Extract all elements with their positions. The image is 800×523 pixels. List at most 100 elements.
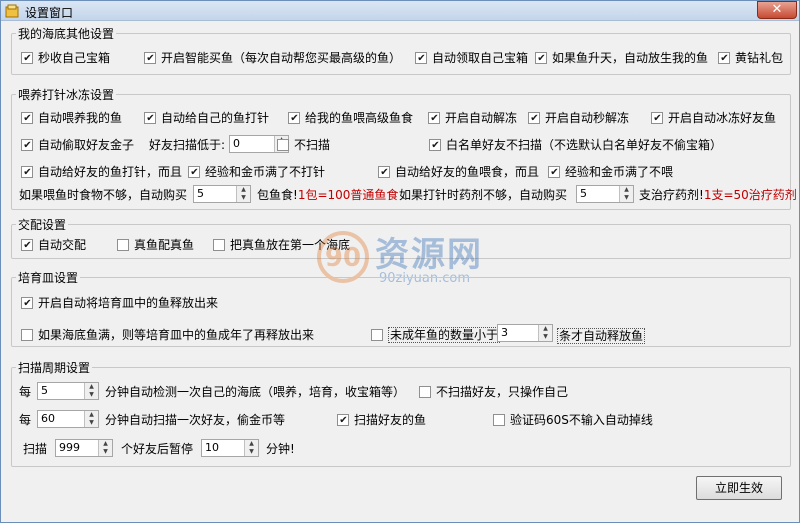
checkbox-icon[interactable] [548,166,560,178]
app-icon [5,4,19,18]
checkbox-icon[interactable] [277,139,289,151]
checkbox-yellow-diamond-gift[interactable]: 黄钻礼包 [718,51,783,65]
buy-food-value[interactable]: 5 [194,186,236,202]
checkbox-icon[interactable] [21,166,33,178]
checkbox-icon[interactable] [21,329,33,341]
spin-down-icon[interactable]: ▼ [237,194,250,202]
checkbox-whitelist-skip[interactable]: 白名单好友不扫描（不选默认白名单好友不偷宝箱） [429,138,722,152]
spin-up-icon[interactable]: ▲ [245,440,258,448]
spin-down-icon[interactable]: ▼ [99,448,112,456]
spin-up-icon[interactable]: ▲ [85,411,98,419]
checkbox-feed-exp-full[interactable]: 经验和金币满了不喂 [548,165,673,179]
friend-count-stepper[interactable]: 999 ▲ ▼ [55,439,113,457]
checkbox-icon[interactable] [21,52,33,64]
close-button[interactable]: ✕ [757,1,797,19]
checkbox-smart-buy-fish[interactable]: 开启智能买鱼（每次自动帮您买最高级的鱼） [144,51,401,65]
checkbox-icon[interactable] [429,139,441,151]
checkbox-instant-collect-chest[interactable]: 秒收自己宝箱 [21,51,110,65]
friend-scan-interval-value[interactable]: 60 [38,411,84,427]
window-title: 设置窗口 [25,6,74,20]
checkbox-no-scan[interactable]: 不扫描 [277,138,330,152]
spin-up-icon[interactable]: ▲ [539,325,552,333]
buy-med-unit: 支治疗药剂!1支=50治疗药剂 [639,188,797,202]
friend-scan-interval-stepper[interactable]: 60 ▲ ▼ [37,410,99,428]
friend-count-value[interactable]: 999 [56,440,98,456]
scan-row3-text: 个好友后暂停 [121,442,194,456]
checkbox-icon[interactable] [188,166,200,178]
checkbox-auto-claim-chest[interactable]: 自动领取自己宝箱 [415,51,528,65]
checkbox-icon[interactable] [651,112,663,124]
checkbox-icon[interactable] [144,52,156,64]
buy-food-note: 1包=100普通鱼食 [297,188,399,202]
checkbox-real-first-seafloor[interactable]: 把真鱼放在第一个海底 [213,238,350,252]
self-check-interval-stepper[interactable]: 5 ▲ ▼ [37,382,99,400]
checkbox-inject-friend[interactable]: 自动给好友的鱼打针，而且 [21,165,182,179]
checkbox-icon[interactable] [21,139,33,151]
spin-up-icon[interactable]: ▲ [85,383,98,391]
checkbox-icon[interactable] [117,239,129,251]
buy-food-unit: 包鱼食!1包=100普通鱼食 [257,188,399,202]
spin-up-icon[interactable]: ▲ [99,440,112,448]
checkbox-auto-release-ascended[interactable]: 如果鱼升天，自动放生我的鱼 [535,51,708,65]
scan-row3-text2: 分钟! [266,442,295,456]
group-title: 我的海底其他设置 [16,25,117,42]
checkbox-wait-adult-when-full[interactable]: 如果海底鱼满，则等培育皿中的鱼成年了再释放出来 [21,328,314,342]
checkbox-icon[interactable] [493,414,505,426]
scan-row1-prefix: 每 [19,385,32,399]
checkbox-icon[interactable] [428,112,440,124]
checkbox-icon[interactable] [378,166,390,178]
checkbox-auto-inject-my-fish[interactable]: 自动给自己的鱼打针 [144,111,269,125]
buy-med-value[interactable]: 5 [577,186,619,202]
checkbox-immature-count[interactable]: 未成年鱼的数量小于 [371,327,501,343]
apply-button[interactable]: 立即生效 [696,476,782,500]
immature-count-stepper[interactable]: 3 ▲ ▼ [497,324,553,342]
checkbox-no-scan-friends[interactable]: 不扫描好友，只操作自己 [419,385,568,399]
checkbox-captcha-timeout[interactable]: 验证码60S不输入自动掉线 [493,413,653,427]
checkbox-icon[interactable] [213,239,225,251]
spin-down-icon[interactable]: ▼ [85,391,98,399]
scan-row3-prefix: 扫描 [23,442,48,456]
pause-minutes-stepper[interactable]: 10 ▲ ▼ [201,439,259,457]
spin-down-icon[interactable]: ▼ [245,448,258,456]
checkbox-auto-feed-my-fish[interactable]: 自动喂养我的鱼 [21,111,122,125]
spin-up-icon[interactable]: ▲ [620,186,633,194]
scan-row2-text: 分钟自动扫描一次好友，偷金币等 [105,413,286,427]
checkbox-icon[interactable] [371,329,383,341]
checkbox-steal-friend-gold[interactable]: 自动偷取好友金子 [21,138,134,152]
checkbox-icon[interactable] [144,112,156,124]
buy-med-stepper[interactable]: 5 ▲ ▼ [576,185,634,203]
checkbox-icon[interactable] [21,297,33,309]
checkbox-icon[interactable] [337,414,349,426]
self-check-interval-value[interactable]: 5 [38,383,84,399]
spin-down-icon[interactable]: ▼ [620,194,633,202]
buy-med-label: 如果打针时药剂不够，自动购买 [399,188,568,202]
spin-down-icon[interactable]: ▼ [85,419,98,427]
checkbox-icon[interactable] [21,239,33,251]
buy-med-note: 1支=50治疗药剂 [703,188,797,202]
checkbox-icon[interactable] [21,112,33,124]
spin-up-icon[interactable]: ▲ [237,186,250,194]
scan-row2-prefix: 每 [19,413,32,427]
buy-food-stepper[interactable]: 5 ▲ ▼ [193,185,251,203]
checkbox-icon[interactable] [288,112,300,124]
checkbox-auto-freeze-friend[interactable]: 开启自动冰冻好友鱼 [651,111,776,125]
checkbox-inject-exp-full[interactable]: 经验和金币满了不打针 [188,165,325,179]
pause-minutes-value[interactable]: 10 [202,440,244,456]
checkbox-icon[interactable] [528,112,540,124]
checkbox-real-with-real[interactable]: 真鱼配真鱼 [117,238,194,252]
immature-count-value[interactable]: 3 [498,325,538,341]
checkbox-icon[interactable] [419,386,431,398]
checkbox-feed-friend[interactable]: 自动给好友的鱼喂食，而且 [378,165,539,179]
checkbox-premium-food[interactable]: 给我的鱼喂高级鱼食 [288,111,413,125]
checkbox-scan-friend-fish[interactable]: 扫描好友的鱼 [337,413,426,427]
checkbox-auto-unfreeze[interactable]: 开启自动解冻 [428,111,517,125]
checkbox-icon[interactable] [718,52,730,64]
checkbox-auto-breed[interactable]: 自动交配 [21,238,86,252]
friend-level-value[interactable]: 0 [230,136,274,152]
checkbox-auto-release-incubator[interactable]: 开启自动将培育皿中的鱼释放出来 [21,296,218,310]
checkbox-auto-instant-unfreeze[interactable]: 开启自动秒解冻 [528,111,629,125]
checkbox-icon[interactable] [535,52,547,64]
checkbox-icon[interactable] [415,52,427,64]
immature-suffix: 条才自动释放鱼 [557,328,646,344]
spin-down-icon[interactable]: ▼ [539,333,552,341]
